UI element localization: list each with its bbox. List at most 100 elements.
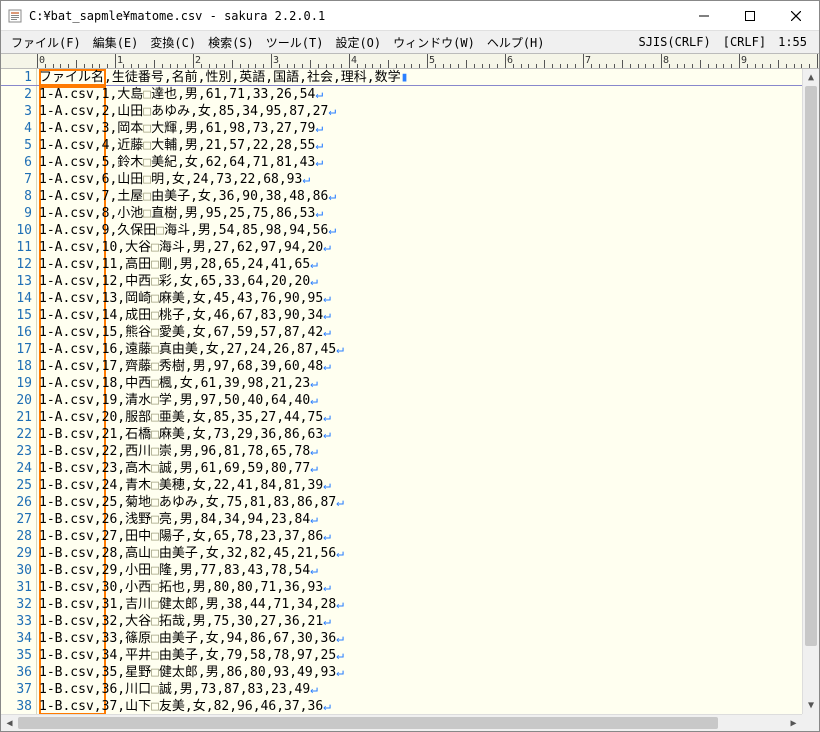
scroll-thumb-v[interactable] <box>805 86 817 646</box>
line-content[interactable]: 1-B.csv,27,田中□陽子,女,65,78,23,37,86↵ <box>37 528 331 545</box>
line-content[interactable]: ファイル名,生徒番号,名前,性別,英語,国語,社会,理科,数学▮ <box>37 69 408 85</box>
editor-line[interactable]: 81-A.csv,7,土屋□由美子,女,36,90,38,48,86↵ <box>1 188 802 205</box>
menu-window[interactable]: ウィンドウ(W) <box>387 32 481 53</box>
scroll-thumb-h[interactable] <box>18 717 718 729</box>
editor-line[interactable]: 311-B.csv,30,小西□拓也,男,80,80,71,36,93↵ <box>1 579 802 596</box>
editor-line[interactable]: 41-A.csv,3,岡本□大輝,男,61,98,73,27,79↵ <box>1 120 802 137</box>
editor-line[interactable]: 301-B.csv,29,小田□隆,男,77,83,43,78,54↵ <box>1 562 802 579</box>
editor-line[interactable]: 241-B.csv,23,高木□誠,男,61,69,59,80,77↵ <box>1 460 802 477</box>
line-content[interactable]: 1-A.csv,17,齊藤□秀樹,男,97,68,39,60,48↵ <box>37 358 331 375</box>
menu-convert[interactable]: 変換(C) <box>144 32 202 53</box>
minimize-button[interactable] <box>681 1 727 31</box>
line-content[interactable]: 1-B.csv,34,平井□由美子,女,79,58,78,97,25↵ <box>37 647 344 664</box>
editor-line[interactable]: 31-A.csv,2,山田□あゆみ,女,85,34,95,87,27↵ <box>1 103 802 120</box>
close-button[interactable] <box>773 1 819 31</box>
line-content[interactable]: 1-A.csv,8,小池□直樹,男,95,25,75,86,53↵ <box>37 205 323 222</box>
editor-area[interactable]: 1ファイル名,生徒番号,名前,性別,英語,国語,社会,理科,数学▮21-A.cs… <box>1 69 802 714</box>
scroll-left-icon[interactable]: ◀ <box>1 715 18 732</box>
line-content[interactable]: 1-B.csv,35,星野□健太郎,男,86,80,93,49,93↵ <box>37 664 344 681</box>
menu-edit[interactable]: 編集(E) <box>87 32 145 53</box>
editor-line[interactable]: 271-B.csv,26,浅野□亮,男,84,34,94,23,84↵ <box>1 511 802 528</box>
line-content[interactable]: 1-A.csv,19,清水□学,男,97,50,40,64,40↵ <box>37 392 318 409</box>
line-content[interactable]: 1-A.csv,10,大谷□海斗,男,27,62,97,94,20↵ <box>37 239 331 256</box>
editor-line[interactable]: 331-B.csv,32,大谷□拓哉,男,75,30,27,36,21↵ <box>1 613 802 630</box>
editor-line[interactable]: 371-B.csv,36,川口□誠,男,73,87,83,23,49↵ <box>1 681 802 698</box>
editor-line[interactable]: 101-A.csv,9,久保田□海斗,男,54,85,98,94,56↵ <box>1 222 802 239</box>
line-content[interactable]: 1-B.csv,26,浅野□亮,男,84,34,94,23,84↵ <box>37 511 318 528</box>
editor-line[interactable]: 341-B.csv,33,篠原□由美子,女,94,86,67,30,36↵ <box>1 630 802 647</box>
editor-line[interactable]: 161-A.csv,15,熊谷□愛美,女,67,59,57,87,42↵ <box>1 324 802 341</box>
editor-line[interactable]: 1ファイル名,生徒番号,名前,性別,英語,国語,社会,理科,数学▮ <box>1 69 802 86</box>
editor-line[interactable]: 191-A.csv,18,中西□楓,女,61,39,98,21,23↵ <box>1 375 802 392</box>
line-content[interactable]: 1-B.csv,23,高木□誠,男,61,69,59,80,77↵ <box>37 460 318 477</box>
line-content[interactable]: 1-B.csv,24,青木□美穂,女,22,41,84,81,39↵ <box>37 477 331 494</box>
line-content[interactable]: 1-B.csv,32,大谷□拓哉,男,75,30,27,36,21↵ <box>37 613 331 630</box>
maximize-button[interactable] <box>727 1 773 31</box>
editor-line[interactable]: 131-A.csv,12,中西□彩,女,65,33,64,20,20↵ <box>1 273 802 290</box>
editor-line[interactable]: 251-B.csv,24,青木□美穂,女,22,41,84,81,39↵ <box>1 477 802 494</box>
editor-line[interactable]: 171-A.csv,16,遠藤□真由美,女,27,24,26,87,45↵ <box>1 341 802 358</box>
editor-line[interactable]: 151-A.csv,14,成田□桃子,女,46,67,83,90,34↵ <box>1 307 802 324</box>
line-content[interactable]: 1-A.csv,18,中西□楓,女,61,39,98,21,23↵ <box>37 375 318 392</box>
editor-line[interactable]: 61-A.csv,5,鈴木□美紀,女,62,64,71,81,43↵ <box>1 154 802 171</box>
editor-line[interactable]: 181-A.csv,17,齊藤□秀樹,男,97,68,39,60,48↵ <box>1 358 802 375</box>
editor-line[interactable]: 141-A.csv,13,岡崎□麻美,女,45,43,76,90,95↵ <box>1 290 802 307</box>
line-content[interactable]: 1-B.csv,30,小西□拓也,男,80,80,71,36,93↵ <box>37 579 331 596</box>
scrollbar-vertical[interactable]: ▲ ▼ <box>802 69 819 714</box>
line-content[interactable]: 1-A.csv,12,中西□彩,女,65,33,64,20,20↵ <box>37 273 318 290</box>
editor-line[interactable]: 351-B.csv,34,平井□由美子,女,79,58,78,97,25↵ <box>1 647 802 664</box>
line-content[interactable]: 1-B.csv,31,吉川□健太郎,男,38,44,71,34,28↵ <box>37 596 344 613</box>
editor-line[interactable]: 221-B.csv,21,石橋□麻美,女,73,29,36,86,63↵ <box>1 426 802 443</box>
line-content[interactable]: 1-B.csv,33,篠原□由美子,女,94,86,67,30,36↵ <box>37 630 344 647</box>
line-content[interactable]: 1-A.csv,7,土屋□由美子,女,36,90,38,48,86↵ <box>37 188 336 205</box>
scroll-right-icon[interactable]: ▶ <box>785 715 802 732</box>
line-content[interactable]: 1-B.csv,25,菊地□あゆみ,女,75,81,83,86,87↵ <box>37 494 344 511</box>
editor-line[interactable]: 291-B.csv,28,高山□由美子,女,32,82,45,21,56↵ <box>1 545 802 562</box>
line-content[interactable]: 1-A.csv,14,成田□桃子,女,46,67,83,90,34↵ <box>37 307 331 324</box>
line-content[interactable]: 1-A.csv,5,鈴木□美紀,女,62,64,71,81,43↵ <box>37 154 323 171</box>
scroll-up-icon[interactable]: ▲ <box>803 69 819 86</box>
line-content[interactable]: 1-B.csv,22,西川□崇,男,96,81,78,65,78↵ <box>37 443 318 460</box>
line-content[interactable]: 1-A.csv,15,熊谷□愛美,女,67,59,57,87,42↵ <box>37 324 331 341</box>
line-content[interactable]: 1-A.csv,4,近藤□大輔,男,21,57,22,28,55↵ <box>37 137 323 154</box>
line-content[interactable]: 1-A.csv,2,山田□あゆみ,女,85,34,95,87,27↵ <box>37 103 336 120</box>
editor-line[interactable]: 361-B.csv,35,星野□健太郎,男,86,80,93,49,93↵ <box>1 664 802 681</box>
line-content[interactable]: 1-B.csv,29,小田□隆,男,77,83,43,78,54↵ <box>37 562 318 579</box>
editor-line[interactable]: 261-B.csv,25,菊地□あゆみ,女,75,81,83,86,87↵ <box>1 494 802 511</box>
editor-line[interactable]: 111-A.csv,10,大谷□海斗,男,27,62,97,94,20↵ <box>1 239 802 256</box>
editor-line[interactable]: 281-B.csv,27,田中□陽子,女,65,78,23,37,86↵ <box>1 528 802 545</box>
menu-tool[interactable]: ツール(T) <box>260 32 330 53</box>
line-content[interactable]: 1-A.csv,20,服部□亜美,女,85,35,27,44,75↵ <box>37 409 331 426</box>
editor-line[interactable]: 231-B.csv,22,西川□崇,男,96,81,78,65,78↵ <box>1 443 802 460</box>
menu-help[interactable]: ヘルプ(H) <box>481 32 551 53</box>
line-number: 17 <box>1 341 37 358</box>
editor-line[interactable]: 71-A.csv,6,山田□明,女,24,73,22,68,93↵ <box>1 171 802 188</box>
editor-line[interactable]: 91-A.csv,8,小池□直樹,男,95,25,75,86,53↵ <box>1 205 802 222</box>
line-number: 8 <box>1 188 37 205</box>
line-number: 32 <box>1 596 37 613</box>
editor-line[interactable]: 211-A.csv,20,服部□亜美,女,85,35,27,44,75↵ <box>1 409 802 426</box>
line-content[interactable]: 1-B.csv,21,石橋□麻美,女,73,29,36,86,63↵ <box>37 426 331 443</box>
line-content[interactable]: 1-B.csv,37,山下□友美,女,82,96,46,37,36↵ <box>37 698 331 714</box>
line-content[interactable]: 1-A.csv,9,久保田□海斗,男,54,85,98,94,56↵ <box>37 222 336 239</box>
editor-line[interactable]: 121-A.csv,11,高田□剛,男,28,65,24,41,65↵ <box>1 256 802 273</box>
editor-line[interactable]: 321-B.csv,31,吉川□健太郎,男,38,44,71,34,28↵ <box>1 596 802 613</box>
window-controls <box>681 1 819 30</box>
line-content[interactable]: 1-A.csv,6,山田□明,女,24,73,22,68,93↵ <box>37 171 310 188</box>
scrollbar-horizontal[interactable]: ◀ ▶ <box>1 714 802 731</box>
line-content[interactable]: 1-A.csv,11,高田□剛,男,28,65,24,41,65↵ <box>37 256 318 273</box>
line-content[interactable]: 1-A.csv,1,大島□達也,男,61,71,33,26,54↵ <box>37 86 323 103</box>
editor-line[interactable]: 21-A.csv,1,大島□達也,男,61,71,33,26,54↵ <box>1 86 802 103</box>
editor-line[interactable]: 381-B.csv,37,山下□友美,女,82,96,46,37,36↵ <box>1 698 802 714</box>
line-content[interactable]: 1-A.csv,3,岡本□大輝,男,61,98,73,27,79↵ <box>37 120 323 137</box>
line-content[interactable]: 1-B.csv,36,川口□誠,男,73,87,83,23,49↵ <box>37 681 318 698</box>
scroll-down-icon[interactable]: ▼ <box>803 697 819 714</box>
menu-file[interactable]: ファイル(F) <box>5 32 87 53</box>
editor-line[interactable]: 201-A.csv,19,清水□学,男,97,50,40,64,40↵ <box>1 392 802 409</box>
editor-line[interactable]: 51-A.csv,4,近藤□大輔,男,21,57,22,28,55↵ <box>1 137 802 154</box>
menu-setting[interactable]: 設定(O) <box>329 32 387 53</box>
line-content[interactable]: 1-A.csv,16,遠藤□真由美,女,27,24,26,87,45↵ <box>37 341 344 358</box>
line-content[interactable]: 1-B.csv,28,高山□由美子,女,32,82,45,21,56↵ <box>37 545 344 562</box>
line-content[interactable]: 1-A.csv,13,岡崎□麻美,女,45,43,76,90,95↵ <box>37 290 331 307</box>
menu-search[interactable]: 検索(S) <box>202 32 260 53</box>
